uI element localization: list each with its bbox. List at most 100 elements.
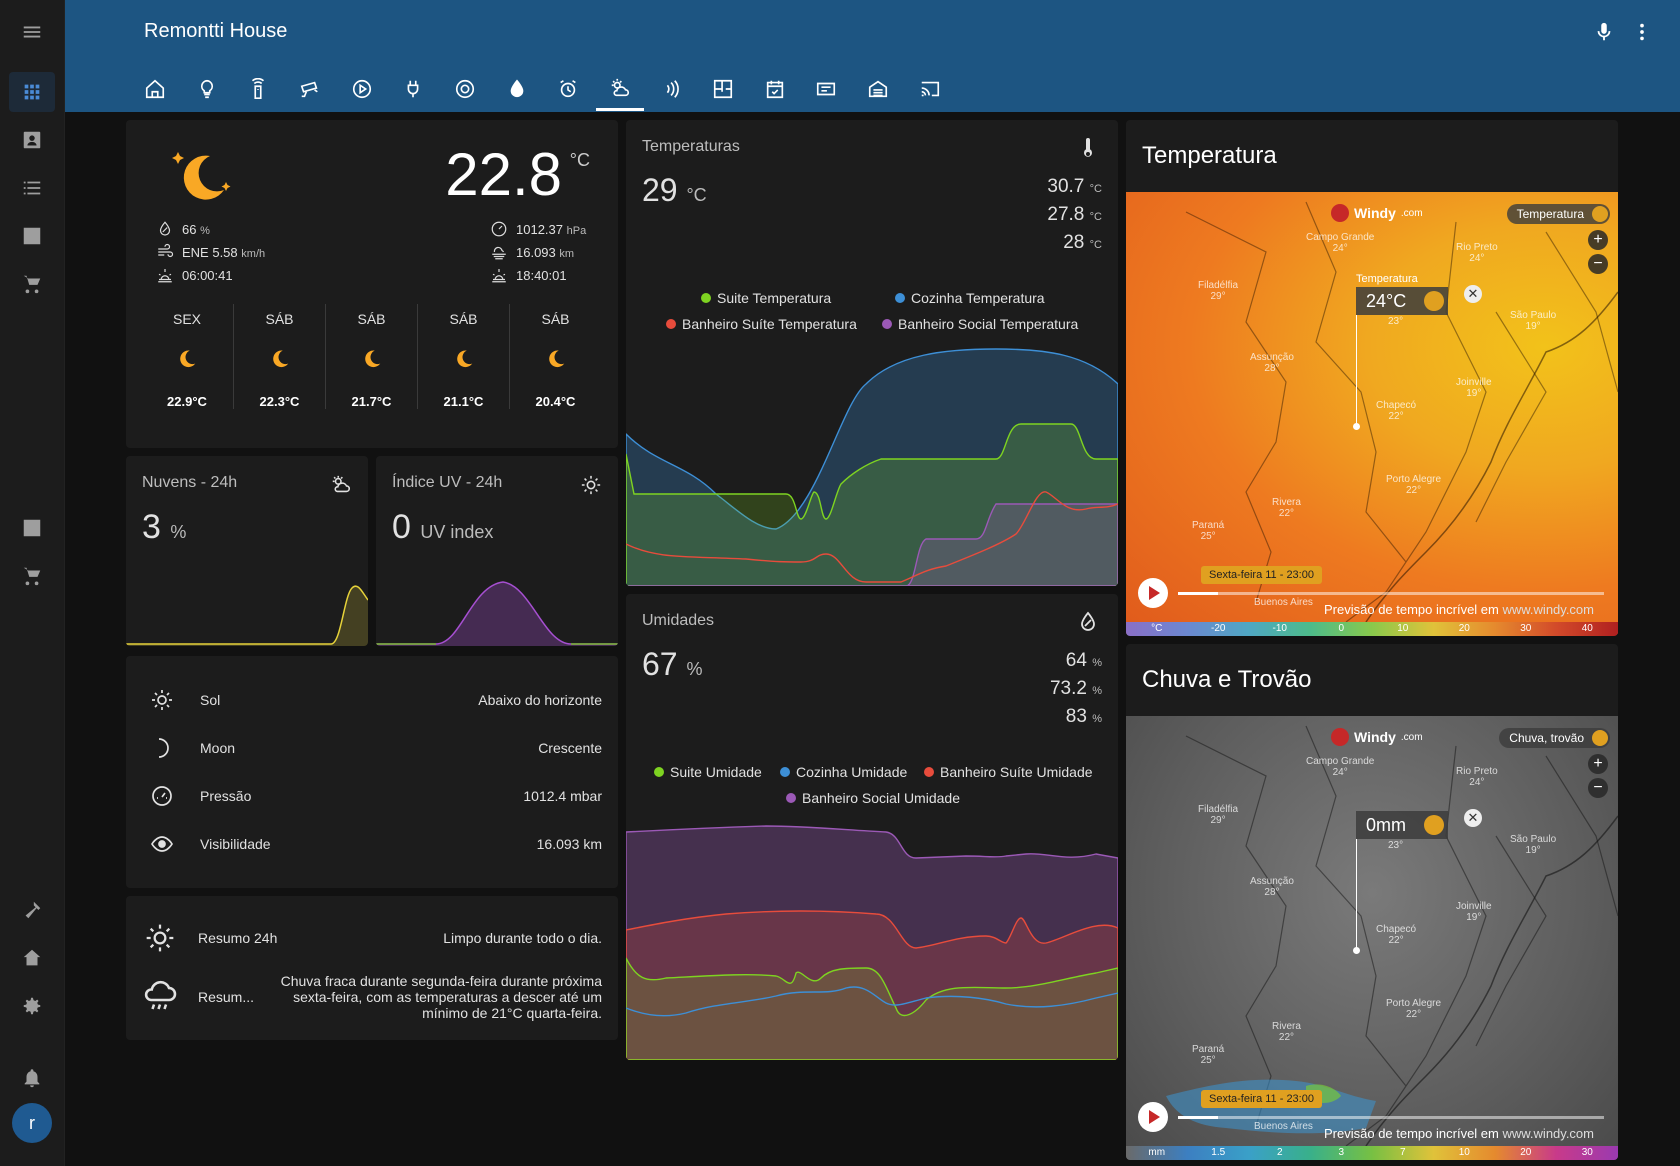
tab-robot-vacuum[interactable]: [441, 67, 489, 111]
chevron-down-icon[interactable]: [1424, 291, 1444, 311]
map-city-label: Filadélfia 29°: [1198, 280, 1238, 302]
moon-icon: [158, 738, 169, 758]
layer-selector[interactable]: Temperatura: [1506, 204, 1610, 224]
legend-label: Banheiro Suíte Temperatura: [682, 316, 857, 332]
tab-cctv[interactable]: [286, 67, 334, 111]
contact-icon[interactable]: [9, 120, 55, 160]
tab-water[interactable]: [493, 67, 541, 111]
windy-logo-suffix: .com: [1400, 207, 1423, 219]
tab-play[interactable]: [338, 67, 386, 111]
microphone-icon[interactable]: [1592, 20, 1616, 44]
map-city-label: Porto Alegre 22°: [1386, 998, 1441, 1020]
city-name: Filadélfia: [1198, 804, 1239, 815]
weather-forecast-card[interactable]: 22.8 °C 66 % ENE 5.58 km/h 06:00:41 1012…: [126, 120, 618, 448]
cart-icon[interactable]: [9, 556, 55, 596]
city-name: Rio Preto: [1456, 242, 1498, 253]
more-vert-icon[interactable]: [1630, 20, 1654, 44]
zoom-in-button[interactable]: +: [1588, 754, 1608, 774]
hammer-icon[interactable]: [9, 890, 55, 930]
city-temp: 28°: [1264, 363, 1280, 374]
map-borders: [1185, 201, 1618, 623]
tab-garage[interactable]: [854, 67, 902, 111]
entity-row-pressure[interactable]: Pressão 1012.4 mbar: [142, 776, 602, 816]
entity-row-visibility[interactable]: Visibilidade 16.093 km: [142, 824, 602, 864]
chart-icon[interactable]: [9, 508, 55, 548]
close-icon[interactable]: ✕: [1464, 285, 1482, 303]
legend-item[interactable]: Banheiro Social Temperatura: [882, 316, 1078, 332]
zoom-out-button[interactable]: −: [1588, 254, 1608, 274]
tab-weather[interactable]: [596, 67, 644, 111]
menu-icon[interactable]: [9, 12, 55, 52]
entity-row-summary-24h[interactable]: Resumo 24h Limpo durante todo o dia.: [142, 918, 602, 958]
scale-label: -10: [1272, 623, 1287, 634]
entity-name: Resumo 24h: [198, 930, 278, 946]
avatar[interactable]: r: [12, 1103, 52, 1143]
uv-sparkline: [376, 581, 618, 646]
map-point-popup[interactable]: 0mm ✕ 23°: [1353, 809, 1482, 954]
clouds-card[interactable]: Nuvens - 24h 3 %: [126, 456, 368, 646]
legend-item[interactable]: Banheiro Suíte Temperatura: [666, 316, 857, 332]
tab-calendar[interactable]: [751, 67, 799, 111]
humidities-graph-card[interactable]: Umidades 67 % 64 % 73.2 % 83 % Suite Umi…: [626, 594, 1118, 1060]
windy-map[interactable]: Windy .com Temperatura + − Campo Grande 24…: [1126, 192, 1618, 634]
legend-item[interactable]: Banheiro Suíte Umidade: [924, 764, 1093, 780]
windy-credit[interactable]: Previsão de tempo incrível em www.windy.…: [1324, 602, 1594, 617]
chart-icon[interactable]: [9, 216, 55, 256]
windy-logo[interactable]: Windy .com: [1331, 728, 1423, 746]
timeline-slider[interactable]: [1178, 592, 1604, 595]
city-temp: 24°: [1469, 253, 1485, 264]
dashboard-icon[interactable]: [9, 72, 55, 112]
chevron-down-icon[interactable]: [1424, 815, 1444, 835]
tab-signal[interactable]: [648, 67, 696, 111]
play-icon[interactable]: [1138, 1102, 1168, 1132]
city-temp: 24°: [1332, 767, 1348, 778]
map-borders: [1166, 725, 1618, 1147]
zoom-out-button[interactable]: −: [1588, 778, 1608, 798]
legend-item[interactable]: Banheiro Social Umidade: [786, 790, 960, 806]
tab-remote[interactable]: [234, 67, 282, 111]
tab-cast[interactable]: [906, 67, 954, 111]
scale-label: mm: [1148, 1147, 1166, 1158]
city-name: Chapecó: [1376, 400, 1417, 411]
tab-alarm[interactable]: [544, 67, 592, 111]
close-icon[interactable]: ✕: [1464, 809, 1482, 827]
timeline-slider[interactable]: [1178, 1116, 1604, 1119]
windy-logo-text: Windy: [1354, 729, 1396, 745]
list-icon[interactable]: [9, 168, 55, 208]
temperatures-history-graph: [626, 348, 1118, 586]
legend-item[interactable]: Cozinha Temperatura: [895, 290, 1045, 306]
pressure-attribute: 1012.37 hPa: [490, 220, 586, 238]
map-point-popup[interactable]: Temperatura 24°C ✕ 23°: [1353, 273, 1482, 430]
tab-media[interactable]: [802, 67, 850, 111]
legend-item[interactable]: Cozinha Umidade: [780, 764, 907, 780]
zoom-in-button[interactable]: +: [1588, 230, 1608, 250]
windy-credit[interactable]: Previsão de tempo incrível em www.windy.…: [1324, 1126, 1594, 1141]
temperatures-graph-card[interactable]: Temperaturas 29 °C 30.7 °C 27.8 °C 28 °C…: [626, 120, 1118, 586]
play-icon[interactable]: [1138, 578, 1168, 608]
entity-value: Crescente: [538, 740, 602, 756]
home-icon[interactable]: [9, 938, 55, 978]
credit-link[interactable]: www.windy.com: [1502, 602, 1594, 617]
windy-map[interactable]: Windy .com Chuva, trovão + − Campo Grande…: [1126, 716, 1618, 1158]
cart-icon[interactable]: [9, 264, 55, 304]
popup-location-dot: [1353, 423, 1360, 430]
legend-item[interactable]: Suite Umidade: [654, 764, 762, 780]
humidity-unit: %: [686, 659, 703, 679]
credit-link[interactable]: www.windy.com: [1502, 1126, 1594, 1141]
sun-icon: [581, 475, 601, 495]
layer-selector[interactable]: Chuva, trovão: [1499, 728, 1610, 748]
gear-icon[interactable]: [9, 986, 55, 1026]
tab-plug[interactable]: [389, 67, 437, 111]
entity-row-moon[interactable]: Moon Crescente: [142, 728, 602, 768]
entity-row-sun[interactable]: Sol Abaixo do horizonte: [142, 680, 602, 720]
scale-label: 2: [1276, 1147, 1283, 1158]
legend-item[interactable]: Suite Temperatura: [701, 290, 831, 306]
bell-icon[interactable]: [9, 1058, 55, 1098]
entity-row-summary-week[interactable]: Resum... Chuva fraca durante segunda-fei…: [142, 966, 602, 1028]
tab-home[interactable]: [131, 67, 179, 111]
tab-lightbulb[interactable]: [183, 67, 231, 111]
tab-floorplan[interactable]: [699, 67, 747, 111]
windy-logo[interactable]: Windy .com: [1331, 204, 1423, 222]
eye-icon: [151, 836, 173, 852]
uv-index-card[interactable]: Índice UV - 24h 0 UV index: [376, 456, 618, 646]
